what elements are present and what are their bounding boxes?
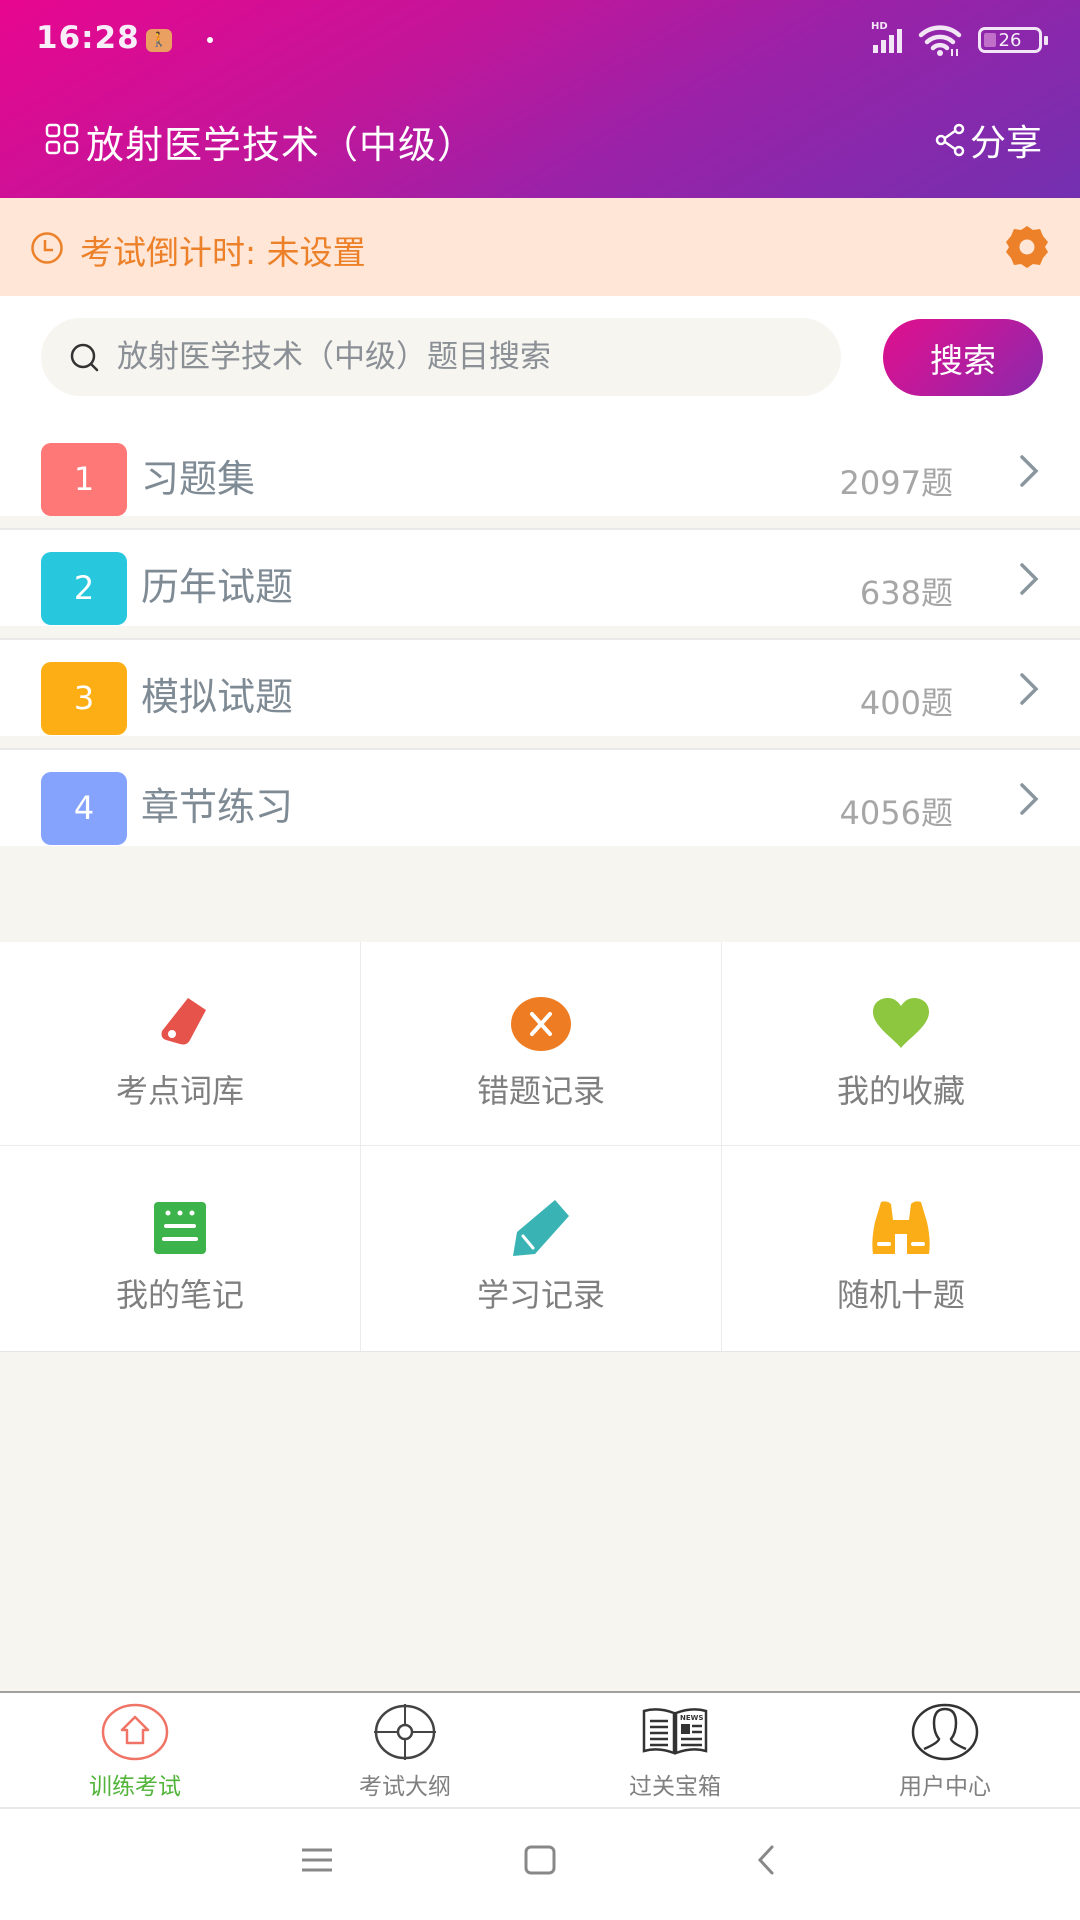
target-icon xyxy=(374,1704,436,1760)
category-list: 1 习题集 2097题 2 历年试题 638题 3 模拟试题 400题 4 章节… xyxy=(0,412,1080,858)
feature-notes[interactable]: 我的笔记 xyxy=(0,1146,361,1351)
feature-label: 学习记录 xyxy=(476,1276,605,1314)
category-row-past-exams[interactable]: 2 历年试题 638题 xyxy=(0,528,1080,638)
app-header: 16:28 🚶 HD 26 放射医学技术（中级） 分享 xyxy=(0,0,1080,198)
category-label: 章节练习 xyxy=(141,785,294,829)
battery-level: 26 xyxy=(998,29,1022,51)
hd-label: HD xyxy=(871,21,888,32)
category-count: 2097题 xyxy=(839,464,953,502)
back-icon[interactable] xyxy=(756,1845,776,1875)
chevron-right-icon xyxy=(1020,455,1039,487)
signal-icon: HD xyxy=(871,21,902,53)
tab-label: 考试大纲 xyxy=(359,1774,451,1800)
feature-key-points[interactable]: 考点词库 xyxy=(0,942,361,1146)
feature-label: 我的收藏 xyxy=(836,1072,965,1110)
user-icon xyxy=(911,1703,979,1761)
menu-grid-icon[interactable] xyxy=(44,122,80,156)
search-icon xyxy=(70,343,99,372)
status-bar: 16:28 🚶 HD 26 xyxy=(0,0,1080,80)
page-title: 放射医学技术（中级） xyxy=(86,123,477,167)
tab-training-exam[interactable]: 训练考试 xyxy=(0,1693,270,1807)
pencil-icon xyxy=(513,1200,569,1256)
search-input[interactable] xyxy=(117,318,817,396)
feature-random-ten[interactable]: 随机十题 xyxy=(722,1146,1080,1351)
feature-grid: 考点词库 错题记录 我的收藏 我的笔记 学习记录 随机十题 xyxy=(0,942,1080,1352)
category-label: 历年试题 xyxy=(141,565,294,609)
feature-favorites[interactable]: 我的收藏 xyxy=(722,942,1080,1146)
share-label: 分享 xyxy=(969,123,1042,164)
status-time: 16:28 xyxy=(36,20,140,56)
recent-apps-icon[interactable] xyxy=(302,1845,332,1875)
bottom-tab-bar: 训练考试 考试大纲 NEWS 过关宝箱 用户中心 xyxy=(0,1691,1080,1809)
clock-icon xyxy=(31,232,63,264)
title-bar: 放射医学技术（中级） 分享 xyxy=(0,100,1080,180)
search-button[interactable]: 搜索 xyxy=(883,319,1043,396)
category-label: 模拟试题 xyxy=(141,675,294,719)
gear-icon[interactable] xyxy=(1004,224,1050,270)
category-count: 638题 xyxy=(859,574,953,612)
feature-label: 错题记录 xyxy=(476,1072,605,1110)
feature-label: 我的笔记 xyxy=(115,1276,244,1314)
feature-label: 随机十题 xyxy=(836,1276,965,1314)
tab-label: 用户中心 xyxy=(899,1774,991,1800)
search-box[interactable] xyxy=(41,318,841,396)
category-index-badge: 1 xyxy=(41,443,127,516)
category-label: 习题集 xyxy=(141,457,256,501)
category-index-badge: 2 xyxy=(41,552,127,625)
notification-dot-icon xyxy=(207,37,213,43)
chevron-right-icon xyxy=(1020,673,1039,705)
tab-label: 训练考试 xyxy=(89,1774,181,1800)
tab-user-center[interactable]: 用户中心 xyxy=(810,1693,1080,1807)
svg-text:NEWS: NEWS xyxy=(680,1714,703,1722)
exam-countdown-bar[interactable]: 考试倒计时: 未设置 xyxy=(0,198,1080,296)
wrong-answer-icon xyxy=(511,997,571,1051)
share-icon xyxy=(935,123,965,157)
category-count: 4056题 xyxy=(839,794,953,832)
category-index-badge: 3 xyxy=(41,662,127,735)
status-icons: HD 26 xyxy=(871,21,1048,58)
category-row-mock-exams[interactable]: 3 模拟试题 400题 xyxy=(0,638,1080,748)
binoculars-icon xyxy=(872,1201,930,1254)
category-count: 400题 xyxy=(859,684,953,722)
tab-label: 过关宝箱 xyxy=(629,1774,721,1800)
category-row-exercise-set[interactable]: 1 习题集 2097题 xyxy=(0,412,1080,528)
heart-icon xyxy=(873,998,929,1048)
tag-icon xyxy=(161,998,206,1045)
countdown-text: 考试倒计时: 未设置 xyxy=(80,233,366,272)
notebook-icon xyxy=(154,1202,206,1254)
feature-study-records[interactable]: 学习记录 xyxy=(361,1146,722,1351)
wifi-icon xyxy=(918,25,962,56)
feature-label: 考点词库 xyxy=(115,1072,244,1110)
share-button[interactable]: 分享 xyxy=(934,114,1042,166)
tab-pass-treasure[interactable]: NEWS 过关宝箱 xyxy=(540,1693,810,1807)
chevron-right-icon xyxy=(1020,563,1039,595)
fitness-app-notification-icon: 🚶 xyxy=(146,29,172,52)
system-navigation-bar xyxy=(0,1809,1080,1920)
category-index-badge: 4 xyxy=(41,772,127,845)
chevron-right-icon xyxy=(1020,783,1039,815)
feature-wrong-answers[interactable]: 错题记录 xyxy=(361,942,722,1146)
news-book-icon: NEWS xyxy=(642,1708,708,1755)
home-icon xyxy=(101,1703,169,1761)
category-row-chapter-practice[interactable]: 4 章节练习 4056题 xyxy=(0,748,1080,858)
battery-icon: 26 xyxy=(978,27,1048,53)
home-button-icon[interactable] xyxy=(524,1845,556,1875)
tab-exam-syllabus[interactable]: 考试大纲 xyxy=(270,1693,540,1807)
search-area: 搜索 xyxy=(0,296,1080,412)
